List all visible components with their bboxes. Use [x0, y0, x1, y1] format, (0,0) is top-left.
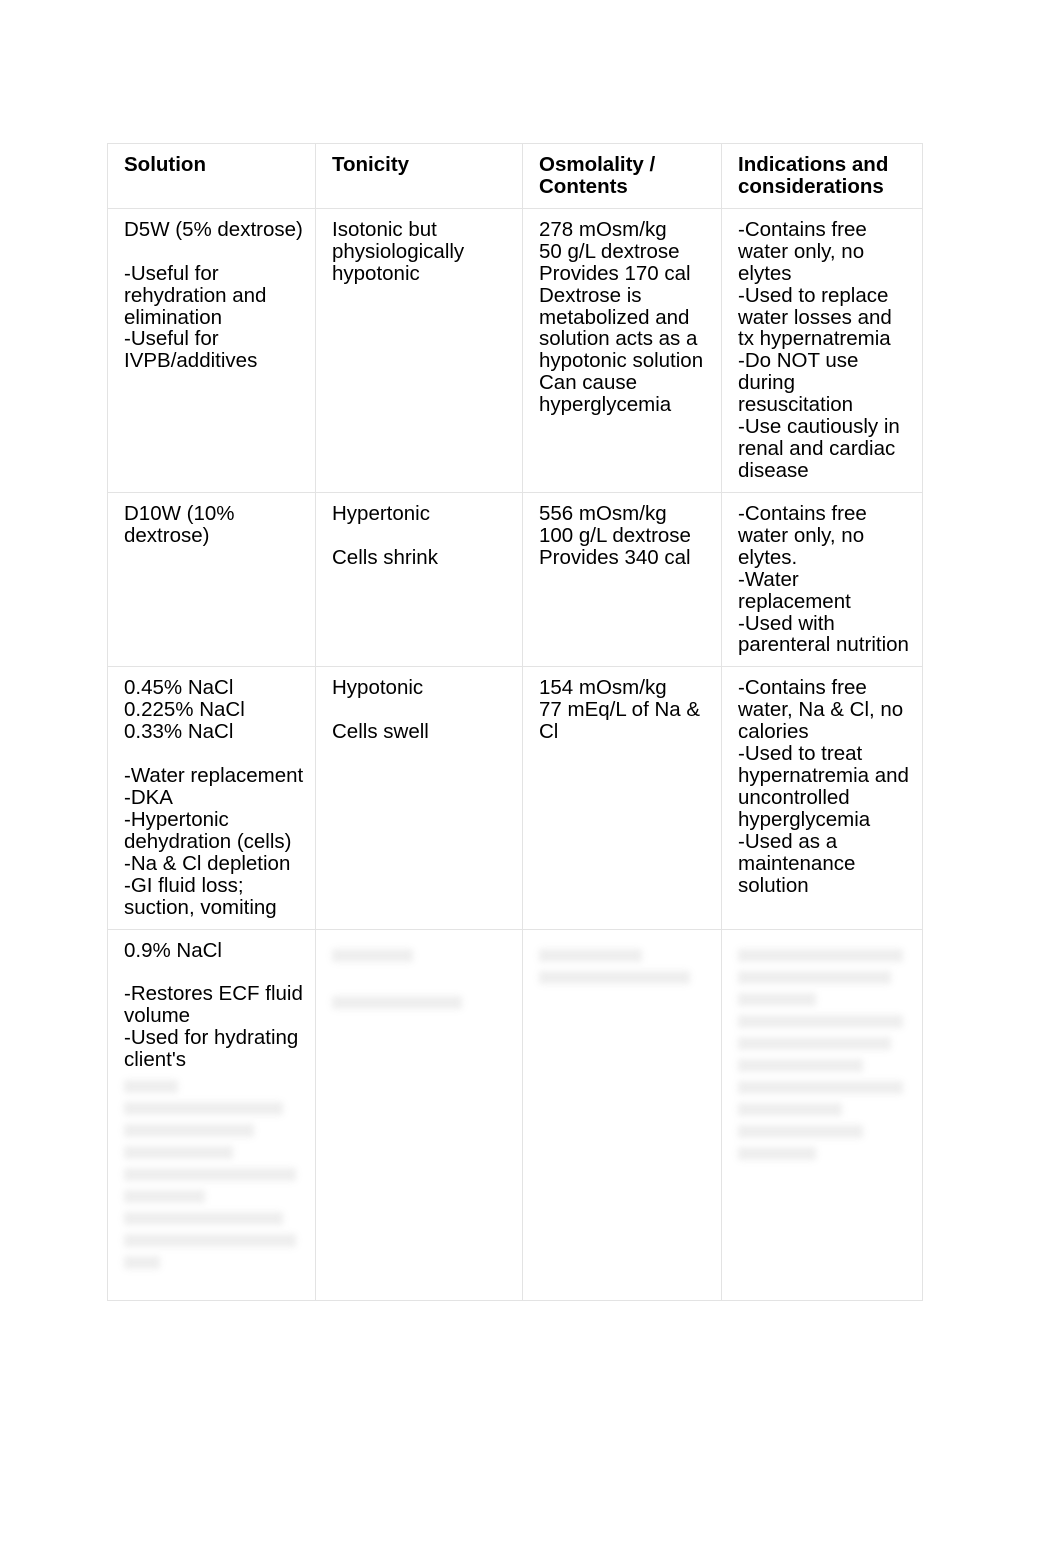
- cell-solution: D5W (5% dextrose) -Useful for rehydratio…: [107, 207, 316, 493]
- iv-solutions-table: Solution Tonicity Osmolality / Contents …: [107, 143, 923, 1301]
- cell-solution-text: D5W (5% dextrose) -Useful for rehydratio…: [124, 217, 303, 373]
- cell-indications-text: -Contains free water only, no elytes -Us…: [738, 217, 900, 482]
- table-row: D5W (5% dextrose) -Useful for rehydratio…: [107, 207, 923, 493]
- column-header-tonicity: Tonicity: [315, 143, 523, 209]
- column-header-osmolality-label: Osmolality / Contents: [539, 153, 656, 198]
- unrendered-text-smear: [332, 948, 512, 1009]
- table-body: D5W (5% dextrose) -Useful for rehydratio…: [107, 207, 923, 1301]
- cell-osmolality-text: 278 mOsm/kg 50 g/L dextrose Provides 170…: [539, 217, 704, 417]
- cell-indications: -Contains free water only, no elytes -Us…: [721, 207, 923, 493]
- table-row: 0.9% NaCl -Restores ECF fluid volume -Us…: [107, 928, 923, 1301]
- column-header-tonicity-label: Tonicity: [332, 153, 410, 176]
- cell-indications-text: -Contains free water, Na & Cl, no calori…: [738, 676, 909, 897]
- cell-solution-text: D10W (10% dextrose): [124, 501, 235, 547]
- cell-indications: -Contains free water only, no elytes. -W…: [721, 491, 923, 668]
- cell-solution: 0.9% NaCl -Restores ECF fluid volume -Us…: [107, 928, 316, 1301]
- unrendered-text-smear: [738, 948, 912, 1160]
- document-page: Solution Tonicity Osmolality / Contents …: [0, 0, 1062, 1556]
- cell-indications: [721, 928, 923, 1301]
- column-header-solution: Solution: [107, 143, 316, 209]
- cell-osmolality: 154 mOsm/kg 77 mEq/L of Na & Cl: [522, 666, 722, 930]
- cell-osmolality-text: 154 mOsm/kg 77 mEq/L of Na & Cl: [539, 676, 701, 744]
- cell-osmolality-text: 556 mOsm/kg 100 g/L dextrose Provides 34…: [539, 501, 691, 569]
- column-header-indications: Indications and considerations: [721, 143, 923, 209]
- cell-solution: 0.45% NaCl 0.225% NaCl 0.33% NaCl -Water…: [107, 666, 316, 930]
- table-row: D10W (10% dextrose) Hypertonic Cells shr…: [107, 491, 923, 668]
- column-header-osmolality: Osmolality / Contents: [522, 143, 722, 209]
- cell-tonicity-text: Hypotonic Cells swell: [332, 676, 429, 744]
- table-header: Solution Tonicity Osmolality / Contents …: [107, 143, 923, 209]
- unrendered-text-smear: [539, 948, 711, 984]
- cell-solution: D10W (10% dextrose): [107, 491, 316, 668]
- cell-solution-text: 0.9% NaCl -Restores ECF fluid volume -Us…: [124, 938, 303, 1072]
- unrendered-text-smear: [124, 1080, 305, 1270]
- cell-tonicity: Hypertonic Cells shrink: [315, 491, 523, 668]
- table-row: 0.45% NaCl 0.225% NaCl 0.33% NaCl -Water…: [107, 666, 923, 930]
- column-header-indications-label: Indications and considerations: [738, 153, 889, 198]
- column-header-solution-label: Solution: [124, 153, 206, 176]
- cell-indications: -Contains free water, Na & Cl, no calori…: [721, 666, 923, 930]
- cell-osmolality: 556 mOsm/kg 100 g/L dextrose Provides 34…: [522, 491, 722, 668]
- cell-tonicity: Isotonic but physiologically hypotonic: [315, 207, 523, 493]
- cell-tonicity-text: Hypertonic Cells shrink: [332, 501, 438, 569]
- cell-indications-text: -Contains free water only, no elytes. -W…: [738, 501, 909, 657]
- cell-osmolality: 278 mOsm/kg 50 g/L dextrose Provides 170…: [522, 207, 722, 493]
- cell-tonicity: [315, 928, 523, 1301]
- cell-osmolality: [522, 928, 722, 1301]
- cell-tonicity-text: Isotonic but physiologically hypotonic: [332, 217, 465, 285]
- cell-tonicity: Hypotonic Cells swell: [315, 666, 523, 930]
- cell-solution-text: 0.45% NaCl 0.225% NaCl 0.33% NaCl -Water…: [124, 676, 304, 919]
- table-header-row: Solution Tonicity Osmolality / Contents …: [107, 143, 923, 209]
